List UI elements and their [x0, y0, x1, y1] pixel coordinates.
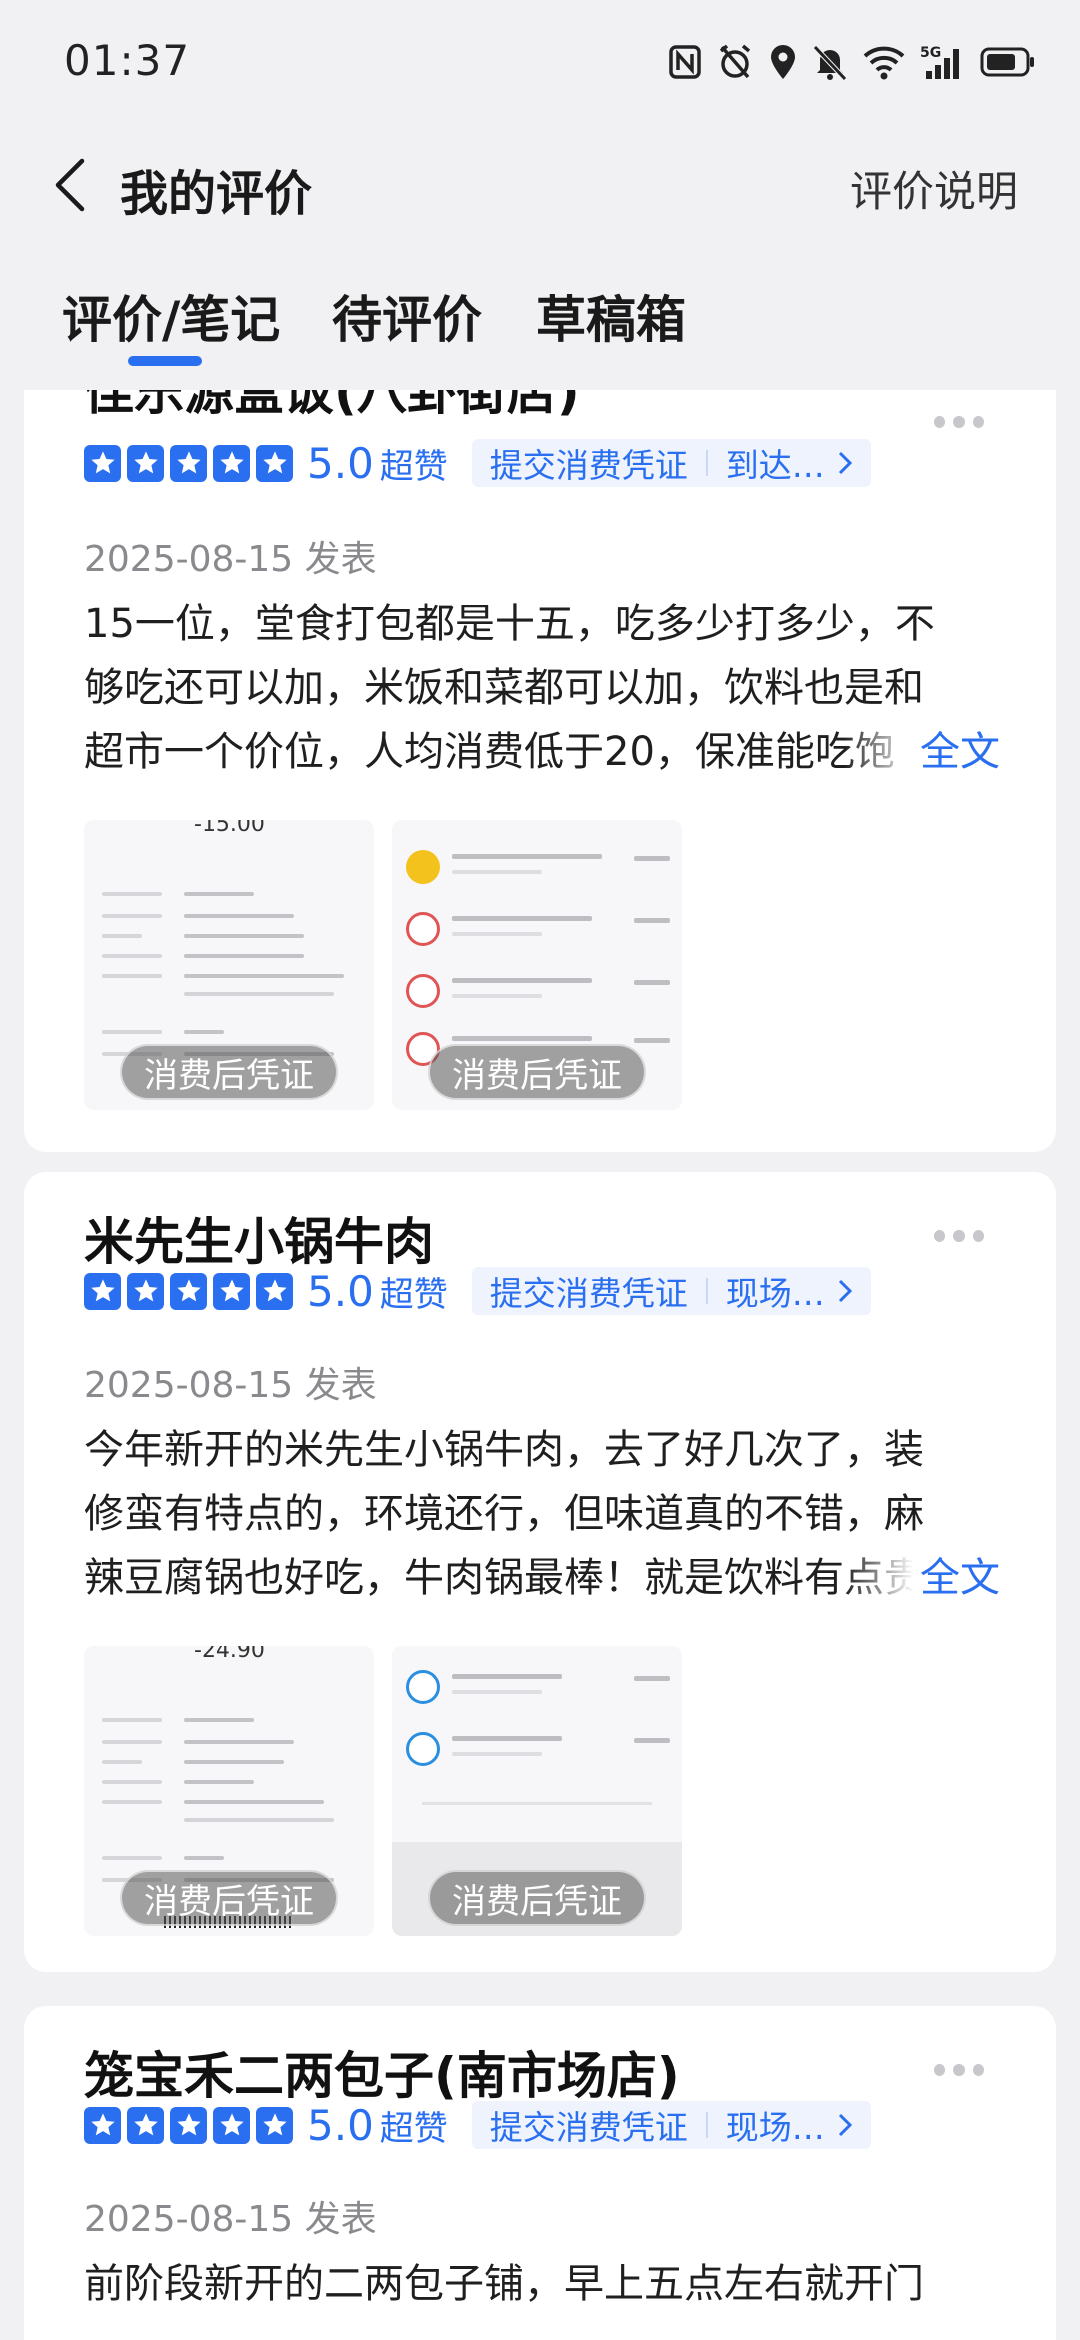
receipt-thumbnail[interactable]: -15.00 消费后凭证 [84, 820, 374, 1110]
voucher-badge: 消费后凭证 [120, 1044, 338, 1100]
receipt-amount: -24.90 [194, 1646, 265, 1663]
rating-row: 5.0 超赞 提交消费凭证 到达… [84, 438, 871, 488]
tab-drafts[interactable]: 草稿箱 [536, 280, 686, 352]
post-date: 2025-08-15 发表 [84, 539, 377, 580]
review-line: 够吃还可以加，米饭和菜都可以加，饮料也是和 [84, 665, 924, 711]
star-icon [84, 2106, 121, 2144]
voucher-tag[interactable]: 提交消费凭证 现场… [471, 2101, 871, 2149]
battery-icon [980, 47, 1034, 77]
tab-bar: 评价/笔记 待评价 草稿箱 [0, 270, 1080, 380]
status-bar: 01:37 5G [0, 0, 1080, 120]
rating-score: 5.0 [307, 438, 374, 488]
more-options-icon[interactable] [934, 2060, 984, 2080]
full-text-link[interactable]: 全文 [912, 720, 1000, 784]
text-fade [844, 720, 914, 784]
svg-text:5G: 5G [920, 45, 941, 61]
page-title: 我的评价 [120, 166, 313, 222]
location-icon [771, 45, 795, 79]
star-icon [127, 2106, 164, 2144]
receipt-thumbnail[interactable]: 消费后凭证 [392, 820, 682, 1110]
star-icon [213, 2106, 250, 2144]
receipt-thumbnail[interactable]: 消费后凭证 [392, 1646, 682, 1936]
rating-label: 超赞 [379, 2108, 448, 2149]
star-icon [170, 2106, 207, 2144]
status-icons: 5G [668, 40, 1036, 84]
star-icon [213, 444, 250, 482]
review-card[interactable]: 笼宝禾二两包子(南市场店) 5.0 超赞 提交消费凭证 现场… 2025-08-… [24, 2006, 1056, 2340]
more-options-icon[interactable] [934, 412, 984, 432]
star-icon [213, 1272, 250, 1310]
rating-row: 5.0 超赞 提交消费凭证 现场… [84, 1266, 871, 1316]
chevron-right-icon [838, 451, 852, 475]
tag-divider [705, 450, 708, 476]
tab-pending-review[interactable]: 待评价 [332, 280, 482, 352]
shop-name[interactable]: 佳乐源盒饭(八卦街店) [84, 390, 580, 424]
voucher-tag[interactable]: 提交消费凭证 到达… [471, 439, 871, 487]
shop-name[interactable]: 笼宝禾二两包子(南市场店) [84, 2036, 680, 2108]
review-line: 前阶段新开的二两包子铺，早上五点左右就开门 [84, 2261, 924, 2307]
review-line: 15一位，堂食打包都是十五，吃多少打多少，不 [84, 601, 935, 647]
submit-voucher-label[interactable]: 提交消费凭证 [490, 1267, 688, 1315]
tab-reviews-notes[interactable]: 评价/笔记 [62, 280, 280, 352]
rating-score: 5.0 [307, 2100, 374, 2150]
rating-label: 超赞 [379, 1274, 448, 1315]
mute-icon [813, 45, 847, 81]
submit-voucher-label[interactable]: 提交消费凭证 [490, 439, 688, 487]
star-icon [256, 1272, 293, 1310]
status-time: 01:37 [64, 36, 191, 85]
post-date: 2025-08-15 发表 [84, 2199, 377, 2240]
rating-score: 5.0 [307, 1266, 374, 1316]
post-date: 2025-08-15 发表 [84, 1365, 377, 1406]
rating-stars [84, 444, 293, 482]
shop-name[interactable]: 米先生小锅牛肉 [84, 1202, 434, 1274]
more-options-icon[interactable] [934, 1226, 984, 1246]
visit-tag-label[interactable]: 到达… [726, 439, 825, 487]
full-text-link[interactable]: 全文 [912, 1546, 1000, 1610]
voucher-badge: 消费后凭证 [428, 1044, 646, 1100]
receipt-amount: -15.00 [194, 820, 265, 837]
rating-stars [84, 2106, 293, 2144]
chevron-right-icon [838, 1279, 852, 1303]
review-line: 今年新开的米先生小锅牛肉，去了好几次了，装 [84, 1427, 924, 1473]
onsite-tag-label[interactable]: 现场… [726, 1267, 825, 1315]
star-icon [84, 444, 121, 482]
voucher-badge: 消费后凭证 [120, 1870, 338, 1926]
star-icon [127, 444, 164, 482]
submit-voucher-label[interactable]: 提交消费凭证 [490, 2101, 688, 2149]
tag-divider [705, 2112, 708, 2138]
signal-5g-icon: 5G [920, 45, 959, 79]
review-guide-link[interactable]: 评价说明 [850, 158, 1018, 219]
review-card[interactable]: 佳乐源盒饭(八卦街店) 5.0 超赞 提交消费凭证 到达… 2025-08-15… [24, 390, 1056, 1152]
review-text[interactable]: 前阶段新开的二两包子铺，早上五点左右就开门 [84, 2252, 1024, 2316]
active-tab-indicator [128, 356, 202, 366]
rating-stars [84, 1272, 293, 1310]
voucher-tag[interactable]: 提交消费凭证 现场… [471, 1267, 871, 1315]
review-card[interactable]: 米先生小锅牛肉 5.0 超赞 提交消费凭证 现场… 2025-08-15 发表 … [24, 1172, 1056, 1972]
back-button[interactable] [40, 150, 100, 220]
text-fade [844, 1546, 914, 1610]
alarm-off-icon [719, 44, 751, 79]
rating-row: 5.0 超赞 提交消费凭证 现场… [84, 2100, 871, 2150]
review-line: 修蛮有特点的，环境还行，但味道真的不错，麻 [84, 1491, 924, 1537]
star-icon [84, 1272, 121, 1310]
review-list[interactable]: 佳乐源盒饭(八卦街店) 5.0 超赞 提交消费凭证 到达… 2025-08-15… [0, 390, 1080, 2340]
voucher-badge: 消费后凭证 [428, 1870, 646, 1926]
star-icon [256, 2106, 293, 2144]
back-arrow-icon [55, 158, 85, 212]
wifi-icon [863, 46, 905, 80]
star-icon [170, 444, 207, 482]
nav-bar: 我的评价 评价说明 [0, 130, 1080, 240]
star-icon [127, 1272, 164, 1310]
receipt-thumbnail[interactable]: -24.90 消费后凭证 [84, 1646, 374, 1936]
tag-divider [705, 1278, 708, 1304]
star-icon [170, 1272, 207, 1310]
onsite-tag-label[interactable]: 现场… [726, 2101, 825, 2149]
star-icon [256, 444, 293, 482]
chevron-right-icon [838, 2113, 852, 2137]
rating-label: 超赞 [379, 446, 448, 487]
nfc-icon [669, 45, 701, 79]
